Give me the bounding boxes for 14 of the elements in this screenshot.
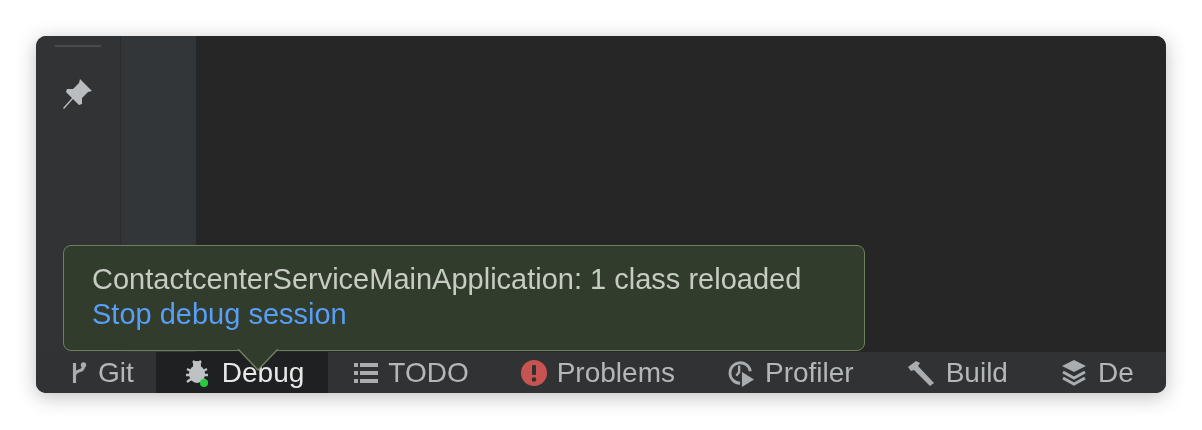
stop-debug-link[interactable]: Stop debug session bbox=[92, 298, 347, 330]
list-icon bbox=[354, 361, 379, 384]
tool-tab[interactable]: TODO bbox=[328, 352, 495, 393]
tool-tab[interactable]: Debug bbox=[155, 352, 329, 393]
tool-tab[interactable]: De bbox=[1033, 352, 1160, 393]
profiler-icon bbox=[726, 358, 755, 387]
branch-icon bbox=[70, 360, 88, 385]
tool-tab[interactable]: Git bbox=[36, 352, 156, 393]
tool-tab[interactable]: Build bbox=[879, 352, 1034, 393]
notification-message: ContactcenterServiceMainApplication: 1 class reloaded bbox=[92, 262, 803, 297]
tool-tab[interactable]: Profiler bbox=[700, 352, 880, 393]
error-icon bbox=[520, 359, 547, 386]
tool-tab[interactable]: Problems bbox=[494, 352, 701, 393]
hammer-icon bbox=[905, 358, 936, 387]
